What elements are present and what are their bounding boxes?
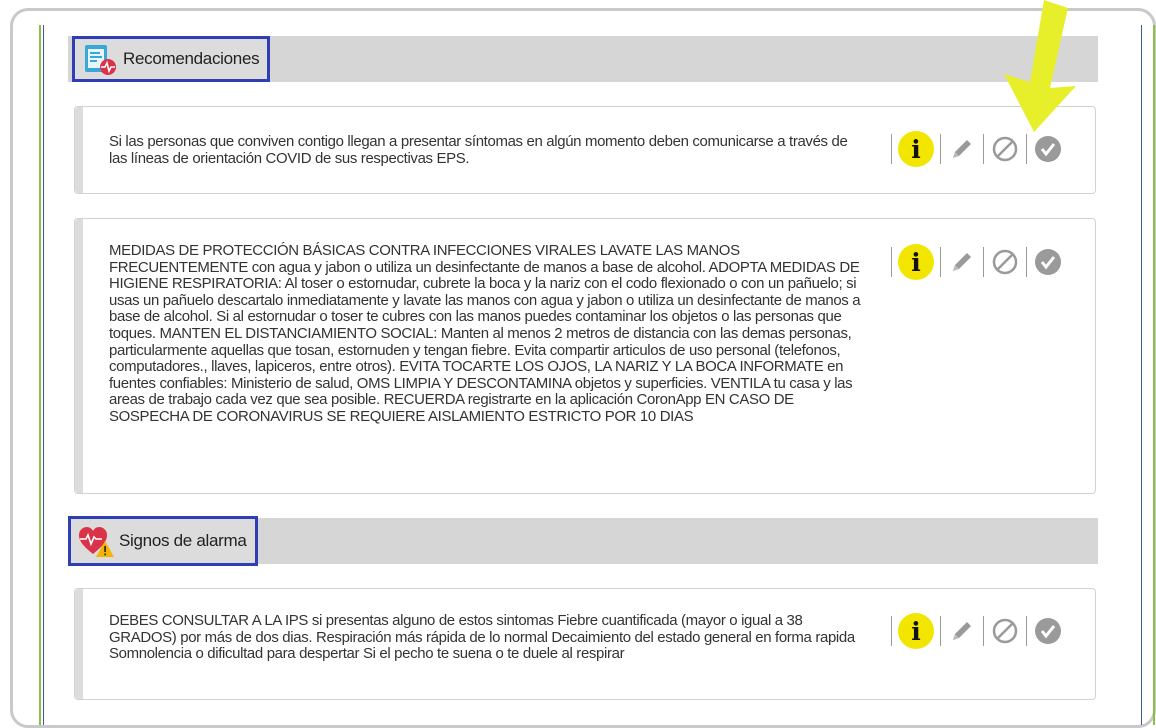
heart-warning-icon [79,527,114,557]
block-icon [992,249,1018,275]
block-icon [992,136,1018,162]
recommendation-card: MEDIDAS DE PROTECCIÓN BÁSICAS CONTRA INF… [74,218,1096,494]
pencil-icon [953,140,971,158]
separator [940,134,941,164]
card-accent [75,219,83,493]
approve-button[interactable] [1033,616,1063,646]
right-blue-border [1141,25,1142,725]
section-header-recomendaciones: Recomendaciones [68,36,1098,82]
card-text: DEBES CONSULTAR A LA IPS si presentas al… [109,612,855,663]
section-title: Signos de alarma [119,531,247,550]
alarm-sign-card: DEBES CONSULTAR A LA IPS si presentas al… [74,588,1096,700]
check-circle-icon [1035,249,1061,275]
left-blue-border [43,25,44,725]
approve-button[interactable] [1033,247,1063,277]
edit-button[interactable] [947,616,977,646]
separator [983,616,984,646]
card-actions: i [885,129,1063,169]
pencil-icon [953,253,971,271]
separator [940,247,941,277]
recommendation-card: Si las personas que conviven contigo lle… [74,106,1096,194]
separator [983,134,984,164]
separator [1026,616,1027,646]
separator [983,247,984,277]
right-green-border [1153,25,1155,725]
block-button[interactable] [990,134,1020,164]
block-button[interactable] [990,616,1020,646]
info-button[interactable]: i [898,244,934,280]
edit-button[interactable] [947,247,977,277]
annotation-arrow-icon [1004,0,1076,132]
medical-record-icon [85,45,116,75]
left-green-border [39,25,41,725]
edit-button[interactable] [947,134,977,164]
info-button[interactable]: i [898,613,934,649]
separator [891,616,892,646]
card-actions: i [885,242,1063,282]
section-header-signos: Signos de alarma [68,516,1098,566]
section-title-box: Signos de alarma [68,516,258,566]
section-title-box: Recomendaciones [72,36,271,82]
pencil-icon [953,622,971,640]
check-circle-icon [1035,618,1061,644]
separator [891,247,892,277]
separator [891,134,892,164]
info-button[interactable]: i [898,131,934,167]
approve-button[interactable] [1033,134,1063,164]
block-button[interactable] [990,247,1020,277]
separator [940,616,941,646]
card-accent [75,107,83,193]
separator [1026,247,1027,277]
separator [1026,134,1027,164]
block-icon [992,618,1018,644]
card-actions: i [885,611,1063,651]
card-accent [75,589,83,699]
check-circle-icon [1035,136,1061,162]
section-title: Recomendaciones [123,49,260,68]
card-text: Si las personas que conviven contigo lle… [109,133,848,167]
card-text: MEDIDAS DE PROTECCIÓN BÁSICAS CONTRA INF… [109,242,861,425]
